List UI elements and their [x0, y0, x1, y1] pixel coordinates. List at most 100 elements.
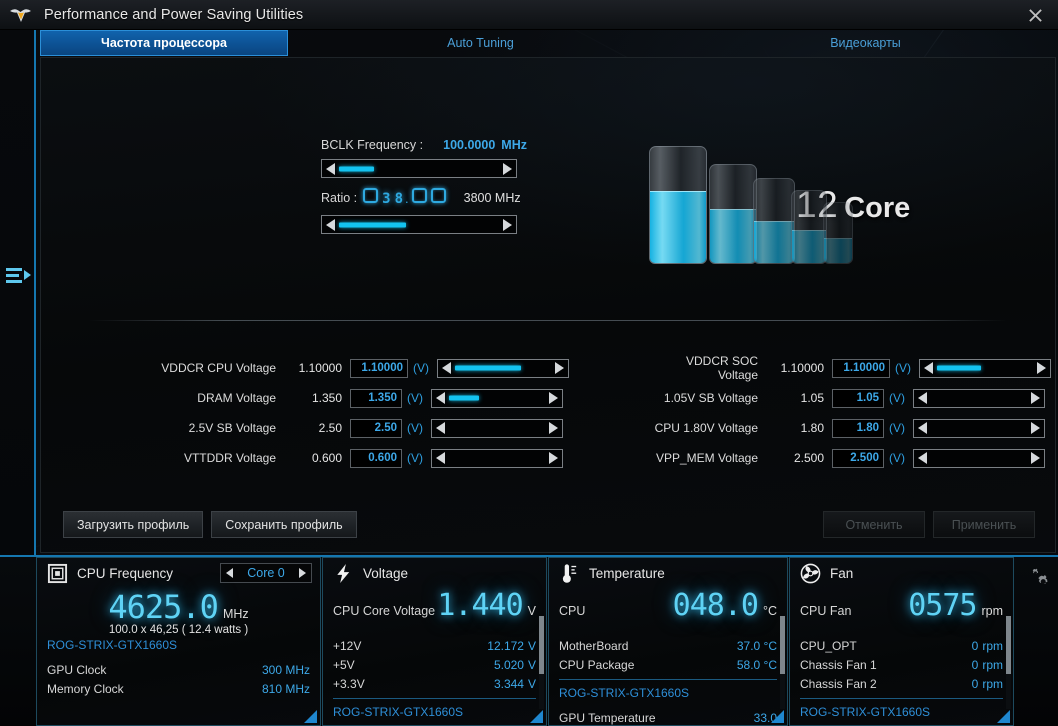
chevron-left-icon[interactable]: [436, 392, 445, 404]
chevron-left-icon[interactable]: [918, 452, 927, 464]
voltage-big-label: CPU Core Voltage: [333, 604, 436, 618]
chevron-left-icon[interactable]: [442, 362, 451, 374]
ratio-slider-track[interactable]: [335, 216, 503, 233]
voltage-slider[interactable]: [431, 388, 563, 408]
voltage-slider[interactable]: [913, 418, 1045, 438]
chevron-right-icon[interactable]: [503, 218, 512, 231]
voltage-input[interactable]: 2.50: [350, 418, 402, 438]
fan-scrollbar[interactable]: [1006, 616, 1011, 709]
chevron-left-icon[interactable]: [326, 218, 335, 231]
bclk-slider[interactable]: [321, 159, 517, 178]
ratio-label: Ratio :: [321, 191, 358, 205]
voltage-slider[interactable]: [913, 388, 1045, 408]
voltage-slider-track[interactable]: [927, 450, 1031, 467]
voltage-slider-track[interactable]: [451, 360, 555, 377]
ratio-digit-1[interactable]: 3: [382, 191, 390, 207]
tab-cpu-frequency[interactable]: Частота процессора: [40, 30, 288, 56]
ratio-digit-2[interactable]: 8: [395, 191, 403, 207]
chevron-left-icon[interactable]: [436, 452, 445, 464]
voltage-input[interactable]: 1.10000: [832, 358, 890, 378]
apply-button[interactable]: Применить: [933, 511, 1035, 538]
temperature-scrollbar[interactable]: [780, 616, 785, 709]
cancel-button[interactable]: Отменить: [823, 511, 925, 538]
list-item-unit: rpm: [982, 658, 1003, 672]
chevron-left-icon[interactable]: [226, 568, 233, 578]
resize-handle-icon[interactable]: [771, 710, 784, 723]
cpu-frequency-subline: 100.0 x 46,25 ( 12.4 watts ): [108, 624, 249, 636]
voltage-slider-fill: [455, 365, 521, 371]
chevron-left-icon[interactable]: [924, 362, 933, 374]
chevron-right-icon[interactable]: [1031, 392, 1040, 404]
voltage-input[interactable]: 2.500: [832, 448, 884, 468]
voltage-slider-track[interactable]: [933, 360, 1037, 377]
ratio-digit-5[interactable]: [430, 188, 446, 203]
ratio-digit-4[interactable]: [411, 188, 427, 203]
voltage-header: Voltage: [323, 558, 546, 588]
resize-handle-icon[interactable]: [530, 710, 543, 723]
voltage-input[interactable]: 1.80: [832, 418, 884, 438]
ratio-digit-display[interactable]: 38.: [363, 188, 450, 208]
voltage-slider-track[interactable]: [927, 390, 1031, 407]
voltage-slider[interactable]: [437, 358, 569, 378]
ratio-digit-0[interactable]: [363, 188, 379, 203]
voltage-unit: (V): [407, 451, 423, 465]
temperature-card: Temperature CPU 048.0 °C MotherBoard 37.0…: [548, 557, 788, 726]
voltage-input[interactable]: 1.05: [832, 388, 884, 408]
chevron-right-icon[interactable]: [549, 392, 558, 404]
temperature-header: Temperature: [549, 558, 787, 588]
voltage-input[interactable]: 0.600: [350, 448, 402, 468]
chevron-right-icon[interactable]: [549, 422, 558, 434]
voltage-slider[interactable]: [919, 358, 1051, 378]
apply-buttons: Отменить Применить: [823, 511, 1035, 538]
chevron-left-icon[interactable]: [326, 162, 335, 175]
voltage-row: DRAM Voltage 1.350 1.350 (V): [161, 383, 661, 413]
list-item-key: CPU_OPT: [800, 639, 857, 653]
voltage-slider[interactable]: [913, 448, 1045, 468]
temperature-value-row: CPU 048.0 °C: [549, 588, 787, 623]
voltage-slider-track[interactable]: [445, 450, 549, 467]
resize-handle-icon[interactable]: [997, 710, 1010, 723]
chevron-left-icon[interactable]: [918, 392, 927, 404]
voltage-current: 1.10000: [298, 361, 342, 375]
bclk-slider-track[interactable]: [335, 160, 503, 177]
chevron-right-icon[interactable]: [1031, 452, 1040, 464]
core-count-graphic: 12Core: [641, 146, 941, 276]
list-item-value: 12.172 V: [487, 639, 536, 653]
voltage-slider-track[interactable]: [445, 390, 549, 407]
resize-handle-icon[interactable]: [304, 710, 317, 723]
chevron-left-icon[interactable]: [436, 422, 445, 434]
close-icon[interactable]: [1012, 0, 1058, 30]
voltage-row: VDDCR CPU Voltage 1.10000 1.10000 (V): [161, 353, 661, 383]
chevron-right-icon[interactable]: [549, 452, 558, 464]
chevron-right-icon[interactable]: [299, 568, 306, 578]
app-window: Performance and Power Saving Utilities Ч…: [0, 0, 1058, 726]
hamburger-expand-icon[interactable]: [6, 262, 32, 288]
list-item-key: +3.3V: [333, 677, 365, 691]
voltage-slider[interactable]: [431, 418, 563, 438]
list-item-value: 0 rpm: [971, 677, 1003, 691]
voltage-input[interactable]: 1.10000: [350, 358, 408, 378]
voltage-slider-track[interactable]: [927, 420, 1031, 437]
core-tube: [791, 190, 827, 264]
tab-graphics-cards[interactable]: Видеокарты: [673, 30, 1058, 56]
chevron-left-icon[interactable]: [918, 422, 927, 434]
core-selector[interactable]: Core 0: [220, 563, 312, 583]
tab-auto-tuning[interactable]: Auto Tuning: [288, 30, 673, 56]
chevron-right-icon[interactable]: [1031, 422, 1040, 434]
voltage-slider[interactable]: [431, 448, 563, 468]
save-profile-button[interactable]: Сохранить профиль: [211, 511, 357, 538]
voltage-slider-track[interactable]: [445, 420, 549, 437]
voltage-input[interactable]: 1.350: [350, 388, 402, 408]
list-item-key: CPU Package: [559, 658, 635, 672]
load-profile-button[interactable]: Загрузить профиль: [63, 511, 204, 538]
voltage-scrollbar[interactable]: [539, 616, 544, 709]
chevron-right-icon[interactable]: [503, 162, 512, 175]
fan-card: Fan CPU Fan 0575 rpm CPU_OPT 0 rpm Chassis …: [789, 557, 1014, 726]
chevron-right-icon[interactable]: [1037, 362, 1046, 374]
chevron-right-icon[interactable]: [555, 362, 564, 374]
voltage-slider-fill: [449, 395, 479, 401]
ratio-slider[interactable]: [321, 215, 517, 234]
gears-icon[interactable]: [1022, 557, 1058, 726]
title-bar: Performance and Power Saving Utilities: [0, 0, 1058, 30]
left-rail: [0, 30, 36, 555]
